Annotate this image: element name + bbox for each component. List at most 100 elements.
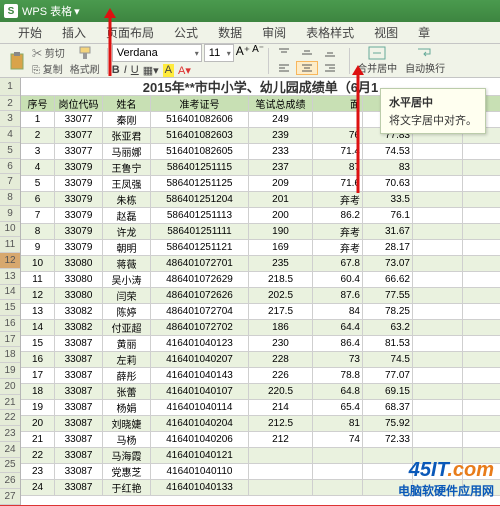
row-header[interactable]: 23 [0,426,20,442]
cell[interactable]: 169 [249,240,313,255]
font-size-select[interactable]: 11 [204,44,234,62]
cell[interactable]: 76.1 [363,208,413,223]
menu-table-style[interactable]: 表格样式 [296,24,364,41]
cell[interactable]: 33087 [55,384,103,399]
cell[interactable]: 2 [21,128,55,143]
cell[interactable] [413,208,463,223]
column-header[interactable]: 姓名 [103,96,151,111]
cell[interactable]: 486401072701 [151,256,249,271]
row-header[interactable]: 13 [0,269,20,285]
row-header[interactable]: 20 [0,379,20,395]
cell[interactable] [413,416,463,431]
cell[interactable]: 秦刚 [103,112,151,127]
cell[interactable]: 76 [313,128,363,143]
format-painter-button[interactable]: 格式刷 [67,44,103,77]
cell[interactable]: 6 [21,192,55,207]
cell[interactable]: 33.5 [363,192,413,207]
cell[interactable]: 12 [21,288,55,303]
cell[interactable]: 党惠芝 [103,464,151,479]
cell[interactable]: 马海霞 [103,448,151,463]
row-header[interactable]: 5 [0,143,20,159]
row-header[interactable]: 7 [0,174,20,190]
cell[interactable]: 许龙 [103,224,151,239]
row-header[interactable]: 9 [0,206,20,222]
cell[interactable]: 586401251113 [151,208,249,223]
table-row[interactable]: 2033087刘晓婕416401040204212.58175.92 [21,416,500,432]
cell[interactable]: 81.53 [363,336,413,351]
row-header[interactable]: 1 [0,78,20,96]
cell[interactable]: 付亚超 [103,320,151,335]
cell[interactable]: 1 [21,112,55,127]
cell[interactable] [413,160,463,175]
cell[interactable]: 33087 [55,464,103,479]
cell[interactable]: 9 [21,240,55,255]
cell[interactable]: 17 [21,368,55,383]
cell[interactable] [313,448,363,463]
cell[interactable]: 416401040107 [151,384,249,399]
cell[interactable]: 68.37 [363,400,413,415]
cell[interactable] [413,192,463,207]
cell[interactable]: 586401251115 [151,160,249,175]
table-row[interactable]: 1433082付亚超48640107270218664.463.2 [21,320,500,336]
cell[interactable]: 214 [249,400,313,415]
cell[interactable]: 陈婷 [103,304,151,319]
cell[interactable] [413,240,463,255]
cell[interactable]: 16 [21,352,55,367]
cell[interactable] [313,464,363,479]
cell[interactable]: 33087 [55,432,103,447]
cell[interactable]: 18 [21,384,55,399]
cell[interactable]: 66.62 [363,272,413,287]
row-header[interactable]: 15 [0,300,20,316]
table-row[interactable]: 2133087马杨4164010402062127472.33 [21,432,500,448]
cell[interactable]: 200 [249,208,313,223]
cell[interactable]: 蒋薇 [103,256,151,271]
cell[interactable]: 33080 [55,288,103,303]
cell[interactable]: 33079 [55,240,103,255]
bold-button[interactable]: B [112,64,120,77]
row-header[interactable]: 25 [0,458,20,474]
cell[interactable] [413,256,463,271]
cell[interactable] [313,112,363,127]
cell[interactable]: 186 [249,320,313,335]
menu-review[interactable]: 审阅 [252,24,296,41]
align-right-button[interactable] [319,61,341,75]
cell[interactable]: 586401251204 [151,192,249,207]
cell[interactable]: 77.07 [363,368,413,383]
cell[interactable]: 33077 [55,144,103,159]
cell[interactable]: 3 [21,144,55,159]
cell[interactable]: 5 [21,176,55,191]
cell[interactable]: 416401040110 [151,464,249,479]
menu-view[interactable]: 视图 [364,24,408,41]
cell[interactable]: 于红艳 [103,480,151,495]
cell[interactable]: 33082 [55,304,103,319]
cell[interactable]: 486401072629 [151,272,249,287]
cell[interactable] [249,480,313,495]
cell[interactable]: 薛彤 [103,368,151,383]
cell[interactable]: 78.25 [363,304,413,319]
cell[interactable]: 19 [21,400,55,415]
cut-button[interactable]: ✂ 剪切 [32,45,65,60]
cell[interactable] [313,480,363,495]
row-header[interactable]: 18 [0,347,20,363]
cell[interactable]: 4 [21,160,55,175]
cell[interactable]: 33080 [55,256,103,271]
cell[interactable]: 209 [249,176,313,191]
cell[interactable]: 22 [21,448,55,463]
cell[interactable]: 486401072626 [151,288,249,303]
row-header[interactable]: 2 [0,96,20,112]
cell[interactable]: 73.07 [363,256,413,271]
cell[interactable]: 220.5 [249,384,313,399]
cell[interactable]: 416401040143 [151,368,249,383]
cell[interactable]: 486401072704 [151,304,249,319]
cell[interactable] [413,272,463,287]
cell[interactable]: 7 [21,208,55,223]
table-row[interactable]: 933079朝明586401251121169弃考28.17 [21,240,500,256]
cell[interactable]: 486401072702 [151,320,249,335]
align-bottom-button[interactable] [319,46,341,60]
row-header[interactable]: 6 [0,159,20,175]
cell[interactable]: 28.17 [363,240,413,255]
table-row[interactable]: 533079王凤强58640125112520971.670.63 [21,176,500,192]
cell[interactable]: 230 [249,336,313,351]
cell[interactable]: 77.55 [363,288,413,303]
app-menu-dropdown[interactable]: ▾ [74,5,80,18]
